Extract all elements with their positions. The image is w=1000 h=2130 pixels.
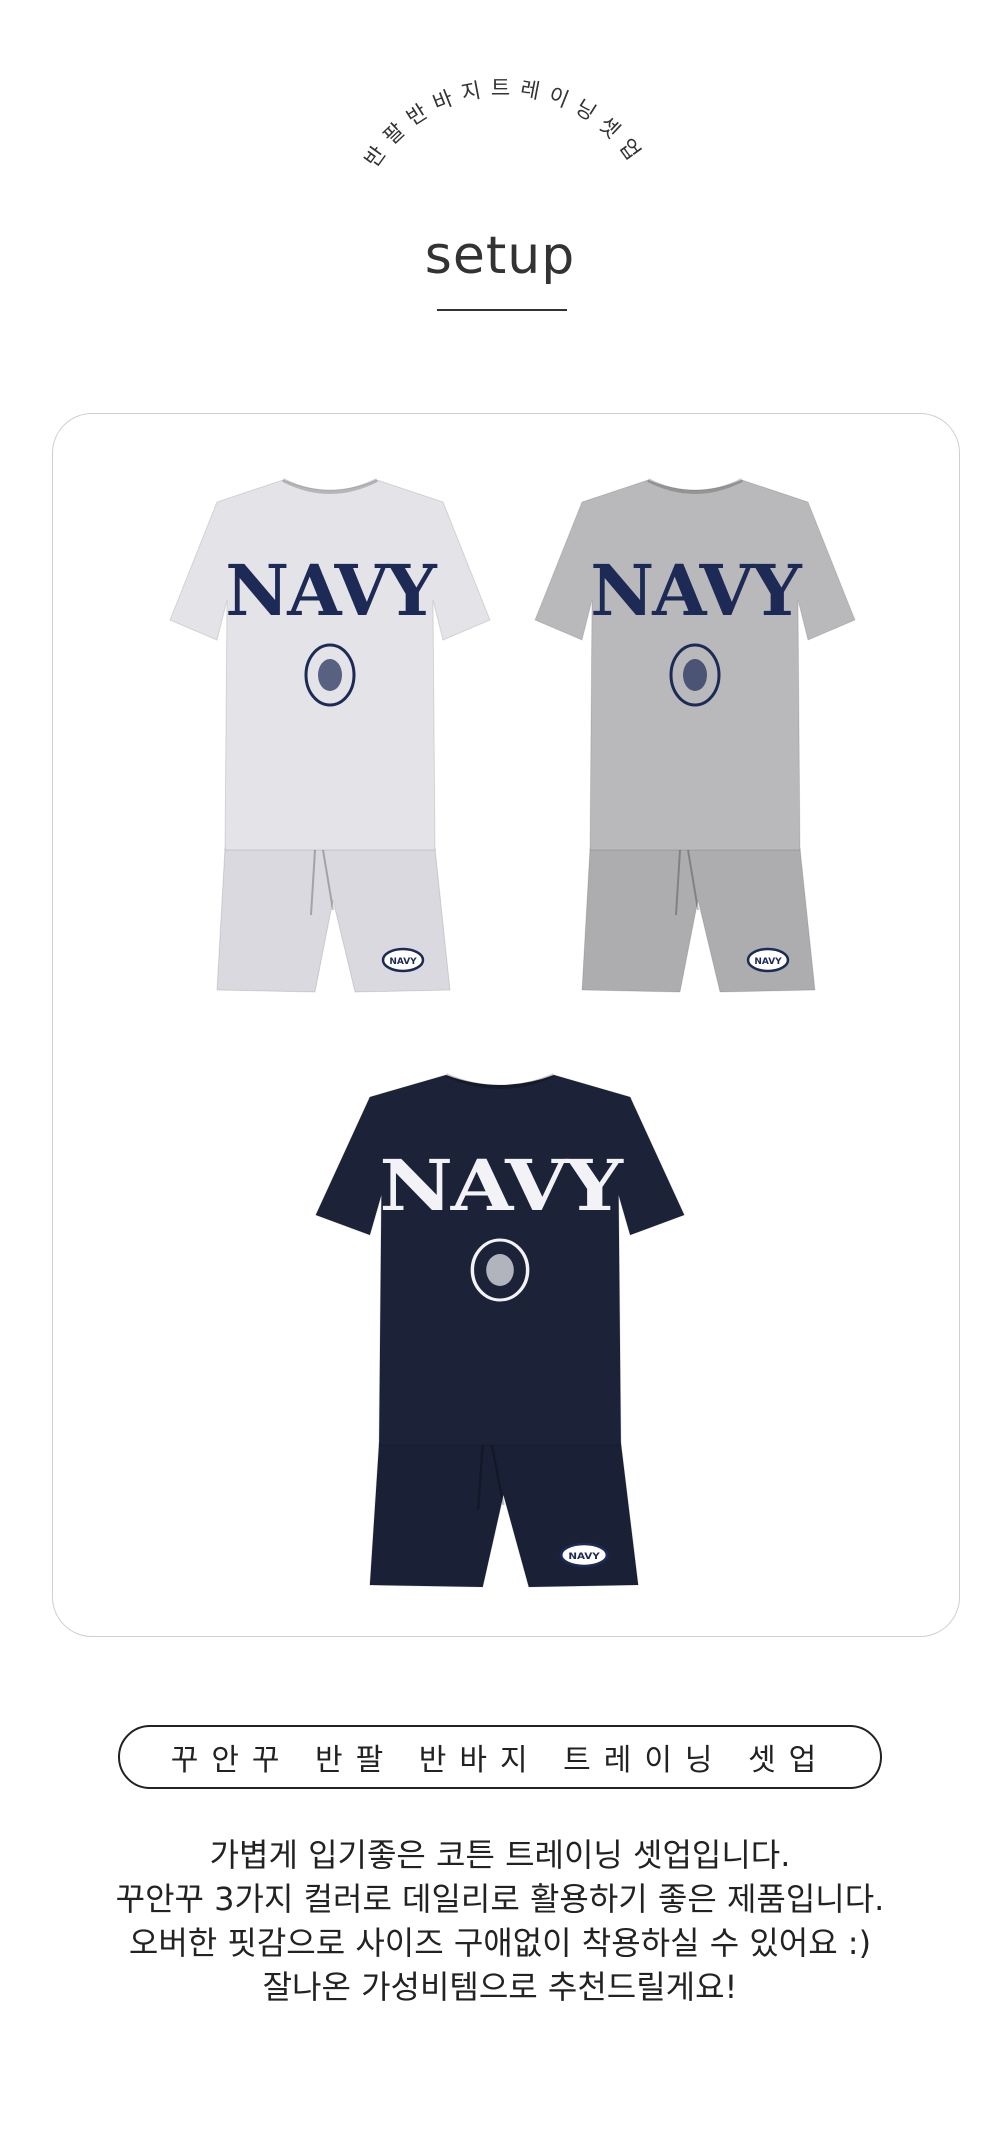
description-line: 가볍게 입기좋은 코튼 트레이닝 셋업입니다. [209,1836,791,1874]
shorts-badge-text: NAVY [568,1552,601,1562]
product-title-pill: 꾸안꾸 반팔 반바지 트레이닝 셋업 [118,1725,882,1789]
product-gray[interactable]: NAVY NAVY [530,470,860,1010]
shorts-shape [216,847,451,993]
svg-text:반팔반바지트레이닝셋업: 반팔반바지트레이닝셋업 [360,76,650,172]
product-navy[interactable]: NAVY NAVY [310,1065,690,1605]
description-line: 잘나온 가성비템으로 추천드릴게요! [262,1968,738,2006]
product-navy-image: NAVY NAVY [315,1073,685,1588]
description-line: 오버한 핏감으로 사이즈 구애없이 착용하실 수 있어요 :) [128,1924,872,1962]
product-light-gray[interactable]: NAVY NAVY [165,470,495,1010]
arc-text: 반팔반바지트레이닝셋업 [360,76,641,172]
shirt-print-text: NAVY [590,549,803,632]
shirt-print-text: NAVY [225,549,438,632]
title-underline [437,309,567,311]
shorts-badge-text: NAVY [389,957,417,967]
page-title: setup [424,226,576,286]
shirt-print-text: NAVY [379,1144,624,1227]
product-gray-image: NAVY NAVY [534,478,856,993]
product-light-gray-image: NAVY NAVY [169,478,491,993]
shorts-shape [369,1442,639,1588]
product-title-label: 꾸안꾸 반팔 반바지 트레이닝 셋업 [170,1743,830,1778]
shorts-badge-text: NAVY [754,957,782,967]
shorts-shape [581,847,816,993]
description-line: 꾸안꾸 3가지 컬러로 데일리로 활용하기 좋은 제품입니다. [115,1880,885,1918]
product-description: 가볍게 입기좋은 코튼 트레이닝 셋업입니다. 꾸안꾸 3가지 컬러로 데일리로… [0,1833,1000,2009]
